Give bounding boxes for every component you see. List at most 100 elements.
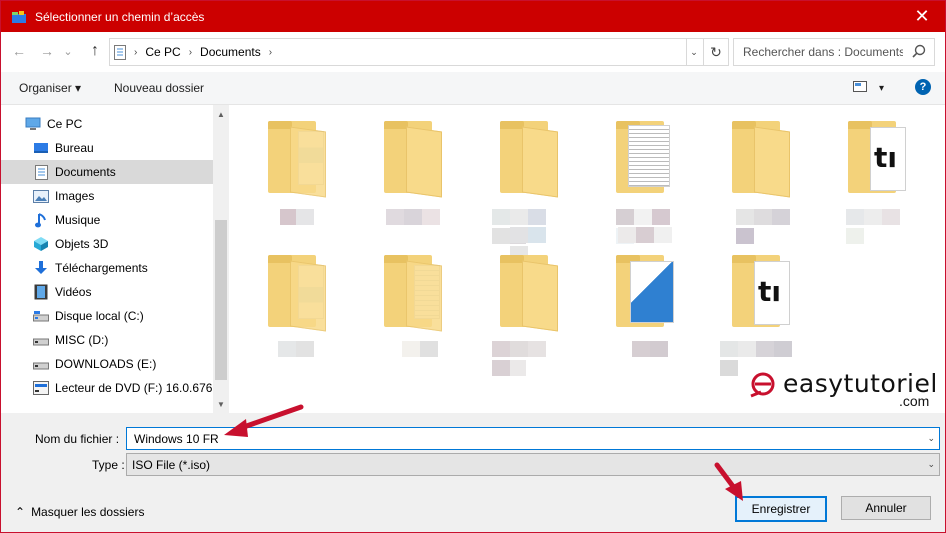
refresh-button[interactable]: ↻ <box>704 38 729 66</box>
sidebar-item-label: DOWNLOADS (E:) <box>55 357 157 371</box>
sidebar-item-label: Disque local (C:) <box>55 309 144 323</box>
chevron-down-icon: ⌄ <box>63 45 73 58</box>
pictures-icon <box>33 188 49 204</box>
file-type-select[interactable]: ISO File (*.iso) ⌄ <box>126 453 940 476</box>
forward-button[interactable]: → <box>37 41 57 61</box>
folder-item[interactable] <box>230 105 330 225</box>
scrollbar-thumb[interactable] <box>215 220 227 380</box>
folder-icon <box>500 121 558 198</box>
view-icon <box>853 81 867 95</box>
folder-item[interactable] <box>462 239 562 376</box>
help-icon: ? <box>919 81 927 93</box>
desktop-icon <box>33 140 49 156</box>
folder-icon: tı <box>848 121 906 193</box>
cancel-button[interactable]: Annuler <box>841 496 931 520</box>
breadcrumb-separator: › <box>188 46 193 58</box>
blurred-name <box>492 209 562 244</box>
close-icon: ✕ <box>914 6 930 26</box>
folder-icon <box>616 121 672 193</box>
folder-item[interactable] <box>346 239 446 359</box>
view-caret-icon: ▾ <box>879 82 885 94</box>
blurred-name <box>402 341 438 357</box>
address-dropdown-button[interactable]: ⌄ <box>685 38 704 66</box>
folder-item[interactable]: tı <box>810 105 910 244</box>
sidebar-item-bureau[interactable]: Bureau <box>1 136 213 160</box>
sidebar-item-images[interactable]: Images <box>1 184 213 208</box>
drive-icon <box>33 308 49 324</box>
folder-icon <box>268 255 326 332</box>
sidebar-item-disque-local-c[interactable]: Disque local (C:) <box>1 304 213 328</box>
sidebar-item-label: Images <box>55 189 95 203</box>
annotation-arrow-icon <box>714 462 743 501</box>
sidebar-item-dvd-f[interactable]: Lecteur de DVD (F:) 16.0.6769.2 <box>1 376 213 400</box>
blurred-name <box>492 341 562 376</box>
folder-item[interactable]: tı <box>694 239 794 376</box>
blurred-name <box>736 209 794 244</box>
organize-button[interactable]: Organiser ▾ <box>19 81 81 95</box>
type-label: Type : <box>92 458 125 472</box>
folder-item[interactable] <box>578 239 678 359</box>
blurred-name <box>278 341 314 357</box>
sidebar-item-documents[interactable]: Documents <box>1 160 213 184</box>
chevron-down-icon: ⌄ <box>927 459 935 469</box>
filename-label: Nom du fichier : <box>35 432 120 446</box>
downloads-icon <box>33 260 49 276</box>
up-button[interactable]: ↑ <box>85 41 105 61</box>
logo-mark-icon <box>750 372 775 398</box>
folder-item[interactable] <box>578 105 678 244</box>
sidebar-item-label: Téléchargements <box>55 261 148 275</box>
watermark-suffix: .com <box>899 393 930 409</box>
new-folder-button[interactable]: Nouveau dossier <box>114 81 204 95</box>
address-bar[interactable]: › Ce PC › Documents › <box>109 38 687 66</box>
documents-icon <box>114 44 126 60</box>
folder-item[interactable] <box>346 105 446 225</box>
refresh-icon: ↻ <box>710 43 722 60</box>
sidebar-item-videos[interactable]: Vidéos <box>1 280 213 304</box>
chevron-up-icon: ⌃ <box>15 505 26 519</box>
search-box[interactable] <box>733 38 935 66</box>
sidebar-item-label: Lecteur de DVD (F:) 16.0.6769.2 <box>55 381 213 395</box>
sidebar-item-objets-3d[interactable]: Objets 3D <box>1 232 213 256</box>
app-icon <box>11 10 27 24</box>
blurred-name <box>846 209 910 244</box>
drive-icon <box>33 332 49 348</box>
file-type-value: ISO File (*.iso) <box>132 457 211 472</box>
hide-folders-button[interactable]: ⌃ Masquer les dossiers <box>15 505 144 519</box>
videos-icon <box>33 284 49 300</box>
folder-icon <box>732 121 790 198</box>
title-bar: Sélectionner un chemin d’accès ✕ <box>1 1 945 32</box>
breadcrumb-ce-pc[interactable]: Ce PC <box>145 45 180 59</box>
drive-icon <box>33 356 49 372</box>
folder-item[interactable] <box>694 105 794 244</box>
blurred-name <box>632 341 668 357</box>
folder-item[interactable] <box>230 239 330 359</box>
sidebar-item-misc-d[interactable]: MISC (D:) <box>1 328 213 352</box>
change-view-button[interactable]: ▾ <box>853 81 884 95</box>
sidebar-item-label: Objets 3D <box>55 237 109 251</box>
breadcrumb-documents[interactable]: Documents <box>200 45 261 59</box>
search-input[interactable] <box>741 44 905 60</box>
folder-icon: tı <box>732 255 790 327</box>
scroll-up-icon[interactable]: ▲ <box>213 107 229 121</box>
help-button[interactable]: ? <box>915 79 931 95</box>
folder-item[interactable] <box>462 105 562 262</box>
sidebar-item-ce-pc[interactable]: Ce PC <box>1 112 213 136</box>
folder-icon <box>384 255 442 332</box>
back-arrow-icon: ← <box>12 43 26 59</box>
sidebar-item-downloads-e[interactable]: DOWNLOADS (E:) <box>1 352 213 376</box>
close-button[interactable]: ✕ <box>899 1 945 32</box>
sidebar-scrollbar[interactable]: ▲ ▼ <box>213 105 229 413</box>
back-button[interactable]: ← <box>9 41 29 61</box>
navigation-pane: Ce PC Bureau Documents Images Musique Ob… <box>1 105 213 413</box>
save-dialog: Sélectionner un chemin d’accès ✕ ← → ⌄ ↑… <box>0 0 946 533</box>
chevron-down-icon[interactable]: ⌄ <box>927 433 935 444</box>
music-icon <box>33 212 49 228</box>
watermark-logo: easytutoriel .com <box>749 369 938 409</box>
sidebar-item-telechargements[interactable]: Téléchargements <box>1 256 213 280</box>
sidebar-item-musique[interactable]: Musique <box>1 208 213 232</box>
folder-icon <box>268 121 326 198</box>
objects-3d-icon <box>33 236 49 252</box>
breadcrumb-separator: › <box>134 46 138 58</box>
recent-locations-button[interactable]: ⌄ <box>61 41 75 61</box>
annotation-arrow-icon <box>224 404 304 437</box>
